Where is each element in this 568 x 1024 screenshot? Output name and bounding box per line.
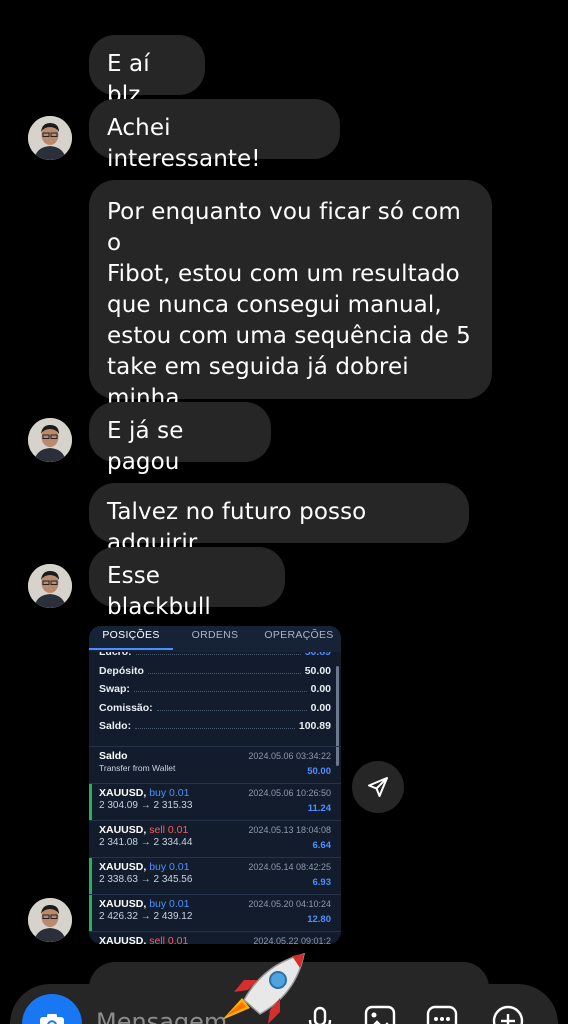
message-bubble[interactable]: Esse blackbull bbox=[89, 547, 285, 620]
trade-amount: 6.93 bbox=[312, 876, 332, 888]
summary-key: Saldo: bbox=[99, 720, 132, 732]
send-icon bbox=[368, 777, 388, 797]
message-bubble[interactable]: Achei interessante! bbox=[89, 99, 340, 172]
trade-date: 2024.05.14 08:42:25 bbox=[248, 861, 331, 872]
message-text: Achei interessante! bbox=[107, 115, 261, 172]
summary-key: Depósito bbox=[99, 664, 144, 677]
trade-amount: 11.24 bbox=[307, 802, 331, 814]
trade-prices: 2 426.32 → 2 439.12 bbox=[99, 910, 193, 922]
sticker-icon bbox=[426, 1005, 458, 1024]
avatar[interactable] bbox=[28, 898, 72, 942]
message-line: que nunca consegui manual, bbox=[107, 292, 442, 318]
trade-side: buy 0.01 bbox=[149, 897, 190, 910]
avatar[interactable] bbox=[28, 116, 72, 160]
trade-side: buy 0.01 bbox=[149, 786, 190, 799]
entry-amount: 50.00 bbox=[307, 765, 331, 777]
image-icon bbox=[364, 1005, 396, 1024]
trade-side: buy 0.01 bbox=[149, 860, 190, 873]
summary-row: Comissão: 0.00 bbox=[99, 702, 331, 721]
attached-screenshot[interactable]: POSIÇÕES ORDENS OPERAÇÕES Lucro: 50.89 De… bbox=[89, 626, 341, 944]
screenshot-tabs: POSIÇÕES ORDENS OPERAÇÕES bbox=[89, 626, 341, 652]
trade-entry: XAUUSD, buy 0.01 2 338.63 → 2 345.56 202… bbox=[89, 856, 341, 894]
camera-icon bbox=[40, 1014, 64, 1024]
trade-symbol: XAUUSD, bbox=[99, 860, 147, 873]
message-bubble[interactable]: E já se pagou bbox=[89, 402, 271, 475]
message-bubble[interactable]: Talvez no futuro posso adquirir bbox=[89, 483, 469, 556]
message-line: Fibot, estou com um resultado bbox=[107, 261, 460, 287]
trade-date: 2024.05.13 18:04:08 bbox=[248, 824, 331, 835]
trade-prices: 2 341.08 → 2 334.44 bbox=[99, 836, 193, 848]
add-button[interactable] bbox=[490, 1002, 526, 1024]
trade-date: 2024.05.06 10:26:50 bbox=[248, 787, 331, 798]
tab-underline bbox=[89, 648, 173, 650]
entry-sub: Transfer from Wallet bbox=[99, 762, 176, 773]
trade-entry: XAUUSD, sell 0.01 2024.05.22 09:01:2 bbox=[89, 930, 341, 945]
share-button[interactable] bbox=[352, 761, 404, 813]
trade-date: 2024.05.20 04:10:24 bbox=[248, 898, 331, 909]
message-bubble[interactable]: Por enquanto vou ficar só com o Fibot, e… bbox=[89, 180, 492, 442]
trade-symbol: XAUUSD, bbox=[99, 934, 147, 945]
account-summary: Lucro: 50.89 Depósito 50.00 Swap: 0.00 Comi… bbox=[89, 646, 341, 739]
avatar[interactable] bbox=[28, 564, 72, 608]
summary-value: 50.00 bbox=[304, 664, 331, 677]
trade-side: sell 0.01 bbox=[149, 823, 189, 836]
plus-circle-icon bbox=[492, 1005, 524, 1024]
trade-entry: XAUUSD, buy 0.01 2 304.09 → 2 315.33 202… bbox=[89, 782, 341, 820]
message-text: E já se pagou bbox=[107, 418, 184, 475]
summary-row: Swap: 0.00 bbox=[99, 683, 331, 702]
message-bubble[interactable]: E aí blz bbox=[89, 35, 205, 108]
summary-key: Swap: bbox=[99, 683, 130, 695]
summary-value: 0.00 bbox=[310, 701, 331, 714]
trade-amount: 12.80 bbox=[307, 913, 331, 925]
gallery-button[interactable] bbox=[362, 1002, 398, 1024]
summary-key: Comissão: bbox=[99, 701, 153, 714]
summary-value: 0.00 bbox=[310, 683, 331, 695]
tab-operations: OPERAÇÕES bbox=[264, 629, 334, 641]
trade-symbol: XAUUSD, bbox=[99, 786, 147, 799]
entry-date: 2024.05.06 03:34:22 bbox=[248, 750, 331, 761]
trade-symbol: XAUUSD, bbox=[99, 823, 147, 836]
balance-entry: Saldo Transfer from Wallet 2024.05.06 03… bbox=[89, 745, 341, 783]
trade-date: 2024.05.22 09:01:2 bbox=[253, 935, 331, 945]
sticker-button[interactable] bbox=[424, 1002, 460, 1024]
summary-value: 100.89 bbox=[298, 720, 331, 732]
trade-amount: 6.64 bbox=[312, 839, 332, 851]
message-line: estou com uma sequência de 5 bbox=[107, 323, 471, 349]
summary-row: Depósito 50.00 bbox=[99, 665, 331, 684]
trade-prices: 2 338.63 → 2 345.56 bbox=[99, 873, 193, 885]
message-line: Por enquanto vou ficar só com o bbox=[107, 199, 461, 256]
summary-row: Saldo: 100.89 bbox=[99, 720, 331, 739]
message-text: Esse blackbull bbox=[107, 563, 211, 620]
avatar[interactable] bbox=[28, 418, 72, 462]
trade-entry: XAUUSD, buy 0.01 2 426.32 → 2 439.12 202… bbox=[89, 893, 341, 931]
tab-orders: ORDENS bbox=[191, 629, 239, 641]
trade-side: sell 0.01 bbox=[149, 934, 189, 945]
rocket-emoji bbox=[214, 950, 310, 1024]
trade-entry: XAUUSD, sell 0.01 2 341.08 → 2 334.44 20… bbox=[89, 819, 341, 857]
trade-symbol: XAUUSD, bbox=[99, 897, 147, 910]
trade-prices: 2 304.09 → 2 315.33 bbox=[99, 799, 193, 811]
